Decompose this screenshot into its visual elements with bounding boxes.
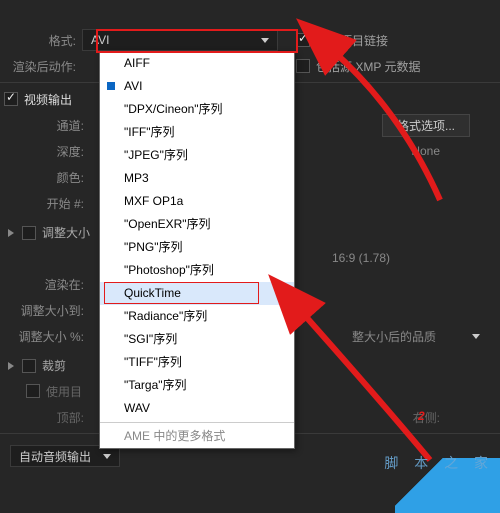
resize-to-label: 调整大小到:: [18, 302, 90, 319]
start-label: 开始 #:: [18, 195, 90, 212]
format-option[interactable]: "JPEG"序列: [100, 144, 294, 167]
format-option-more[interactable]: AME 中的更多格式: [100, 425, 294, 448]
depth-label: 深度:: [18, 143, 90, 160]
format-options-button[interactable]: 格式选项...: [382, 114, 470, 137]
post-render-label: 渲染后动作:: [0, 58, 82, 75]
depth-right-value: None: [411, 144, 440, 158]
twirl-icon: [8, 229, 14, 237]
twirl-icon: [8, 362, 14, 370]
format-option[interactable]: MP3: [100, 167, 294, 190]
use-target-label: 使用目: [46, 383, 82, 400]
chevron-down-icon: [472, 334, 480, 339]
chevron-down-icon: [103, 454, 111, 459]
crop-top-label: 顶部:: [18, 409, 90, 426]
resize-checkbox[interactable]: [22, 226, 36, 240]
crop-checkbox[interactable]: [22, 359, 36, 373]
format-option[interactable]: "SGI"序列: [100, 328, 294, 351]
format-option[interactable]: "Photoshop"序列: [100, 259, 294, 282]
channel-label: 通道:: [18, 117, 90, 134]
aspect-value: 16:9 (1.78): [332, 251, 390, 265]
format-option[interactable]: AIFF: [100, 52, 294, 75]
use-target-checkbox[interactable]: [26, 384, 40, 398]
video-output-label: 视频输出: [24, 91, 72, 108]
format-option[interactable]: "TIFF"序列: [100, 351, 294, 374]
include-link-checkbox[interactable]: [296, 33, 310, 47]
annotation-box-format: [96, 29, 298, 53]
audio-output-value: 自动音频输出: [19, 448, 91, 465]
format-option[interactable]: AVI: [100, 75, 294, 98]
format-option[interactable]: "IFF"序列: [100, 121, 294, 144]
format-option[interactable]: "PNG"序列: [100, 236, 294, 259]
color-label: 颜色:: [18, 169, 90, 186]
format-option[interactable]: "OpenEXR"序列: [100, 213, 294, 236]
include-link-label: 包括项目链接: [316, 32, 388, 49]
resize-quality-label: 整大小后的品质: [352, 328, 436, 345]
watermark-text: 脚 本 之 家: [384, 453, 494, 473]
resize-pct-label: 调整大小 %:: [18, 328, 90, 345]
crop-right-label: 右侧:: [413, 409, 440, 426]
format-option[interactable]: "Targa"序列: [100, 374, 294, 397]
format-option[interactable]: WAV: [100, 397, 294, 420]
include-source-label: 包括源 XMP 元数据: [316, 58, 420, 75]
format-label: 格式:: [0, 32, 82, 49]
annotation-box-quicktime: [104, 282, 259, 304]
format-dropdown-list[interactable]: AIFFAVI"DPX/Cineon"序列"IFF"序列"JPEG"序列MP3M…: [99, 51, 295, 449]
format-option[interactable]: MXF OP1a: [100, 190, 294, 213]
format-option[interactable]: "DPX/Cineon"序列: [100, 98, 294, 121]
include-source-checkbox[interactable]: [296, 59, 310, 73]
video-output-checkbox[interactable]: [4, 92, 18, 106]
format-option[interactable]: "Radiance"序列: [100, 305, 294, 328]
render-at-label: 渲染在:: [18, 276, 90, 293]
